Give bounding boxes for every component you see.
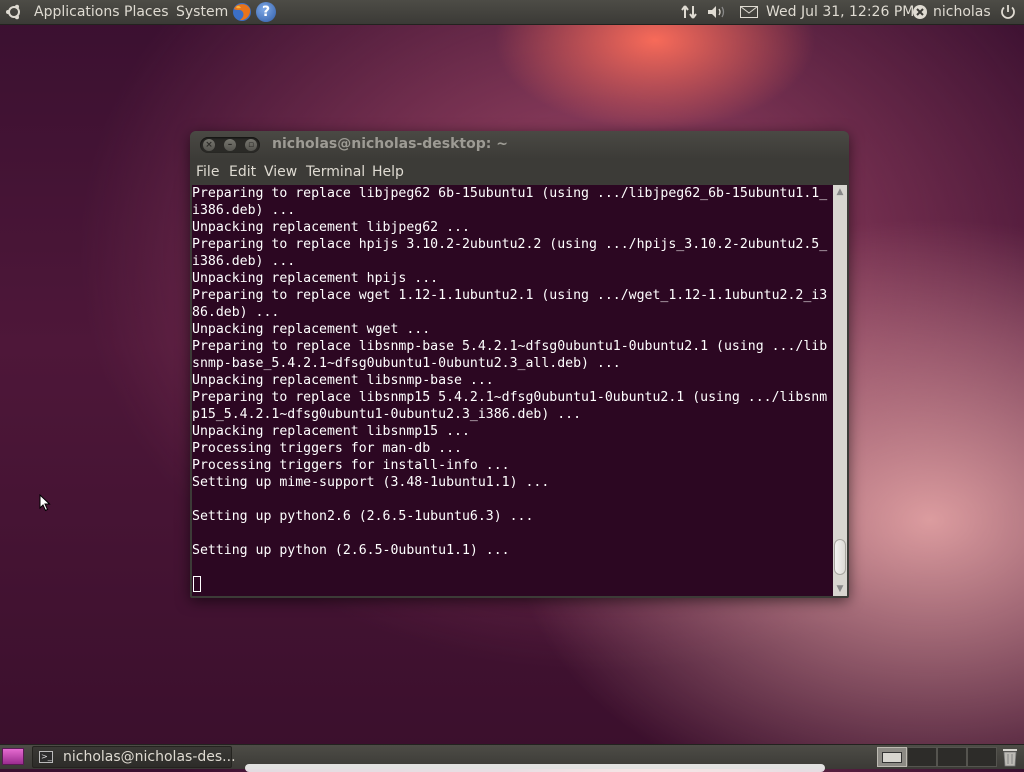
help-icon[interactable]: ? [256, 2, 276, 22]
terminal-line: Unpacking replacement hpijs ... [192, 271, 439, 286]
workspace-1[interactable] [877, 747, 907, 767]
clock[interactable]: Wed Jul 31, 12:26 PM [766, 3, 914, 21]
terminal-icon: >_ [39, 751, 53, 763]
firefox-icon[interactable] [231, 1, 253, 23]
terminal-line: Setting up python (2.6.5-0ubuntu1.1) ... [192, 543, 510, 558]
workspace-3[interactable] [937, 747, 967, 767]
taskbar-terminal-button[interactable]: >_ nicholas@nicholas-des... [32, 746, 236, 768]
volume-icon[interactable] [706, 4, 728, 20]
scroll-down-arrow-icon[interactable]: ▼ [833, 582, 847, 596]
terminal-line: Unpacking replacement libsnmp-base ... [192, 373, 494, 388]
terminal-line: Preparing to replace wget 1.12-1.1ubuntu… [192, 288, 828, 303]
terminal-line: snmp-base_5.4.2.1~dfsg0ubuntu1-0ubuntu2.… [192, 356, 621, 371]
menu-edit[interactable]: Edit [229, 163, 256, 181]
mouse-pointer-icon [39, 494, 51, 512]
top-panel: Applications Places System ? Wed Jul 31,… [0, 0, 1024, 25]
terminal-window[interactable]: × – ▫ nicholas@nicholas-desktop: ~ File … [190, 131, 849, 598]
scrollbar-thumb[interactable] [834, 539, 846, 575]
terminal-line: p15_5.4.2.1~dfsg0ubuntu1-0ubuntu2.3_i386… [192, 407, 582, 422]
terminal-line: Preparing to replace libsnmp-base 5.4.2.… [192, 339, 828, 354]
system-menu[interactable]: System [176, 3, 228, 21]
terminal-scrollbar[interactable]: ▲ ▼ [833, 185, 847, 596]
window-controls: × – ▫ [200, 137, 260, 153]
show-desktop-icon[interactable] [2, 748, 24, 765]
maximize-icon[interactable]: ▫ [245, 139, 257, 151]
terminal-line: Unpacking replacement libsnmp15 ... [192, 424, 470, 439]
workspace-window-preview [882, 752, 902, 763]
scroll-up-arrow-icon[interactable]: ▲ [833, 185, 847, 199]
window-menubar: File Edit View Terminal Help [190, 159, 849, 185]
menu-terminal[interactable]: Terminal [306, 163, 365, 181]
applications-menu[interactable]: Applications [34, 3, 120, 21]
window-titlebar[interactable]: × – ▫ nicholas@nicholas-desktop: ~ [190, 131, 849, 159]
power-icon[interactable] [999, 3, 1017, 21]
minimize-icon[interactable]: – [224, 139, 236, 151]
workspace-4[interactable] [967, 747, 997, 767]
terminal-line: Setting up mime-support (3.48-1ubuntu1.1… [192, 475, 550, 490]
terminal-line: Setting up python2.6 (2.6.5-1ubuntu6.3) … [192, 509, 534, 524]
terminal-lines: Preparing to replace libjpeg62 6b-15ubun… [192, 185, 833, 576]
terminal-line: Preparing to replace libsnmp15 5.4.2.1~d… [192, 390, 828, 405]
terminal-line: Preparing to replace libjpeg62 6b-15ubun… [192, 186, 828, 201]
dock-edge-highlight [245, 764, 825, 772]
mail-icon[interactable] [740, 6, 758, 18]
user-menu[interactable]: nicholas [933, 3, 991, 21]
trash-icon[interactable] [1001, 747, 1019, 767]
user-status-icon[interactable] [912, 4, 928, 20]
terminal-output[interactable]: Preparing to replace libjpeg62 6b-15ubun… [192, 185, 833, 596]
terminal-cursor [193, 576, 201, 592]
menu-file[interactable]: File [196, 163, 219, 181]
terminal-line: Processing triggers for install-info ... [192, 458, 510, 473]
places-menu[interactable]: Places [124, 3, 169, 21]
terminal-line: Preparing to replace hpijs 3.10.2-2ubunt… [192, 237, 828, 252]
terminal-line: Processing triggers for man-db ... [192, 441, 462, 456]
terminal-line: i386.deb) ... [192, 203, 296, 218]
workspace-2[interactable] [907, 747, 937, 767]
terminal-line: Unpacking replacement libjpeg62 ... [192, 220, 470, 235]
network-icon[interactable] [679, 4, 699, 20]
terminal-line: 86.deb) ... [192, 305, 280, 320]
ubuntu-logo-icon[interactable] [6, 4, 22, 20]
window-title: nicholas@nicholas-desktop: ~ [272, 136, 508, 152]
close-icon[interactable]: × [203, 139, 215, 151]
menu-view[interactable]: View [264, 163, 297, 181]
terminal-line: i386.deb) ... [192, 254, 296, 269]
menu-help[interactable]: Help [372, 163, 404, 181]
terminal-line: Unpacking replacement wget ... [192, 322, 431, 337]
taskbar-label: nicholas@nicholas-des... [63, 749, 236, 765]
